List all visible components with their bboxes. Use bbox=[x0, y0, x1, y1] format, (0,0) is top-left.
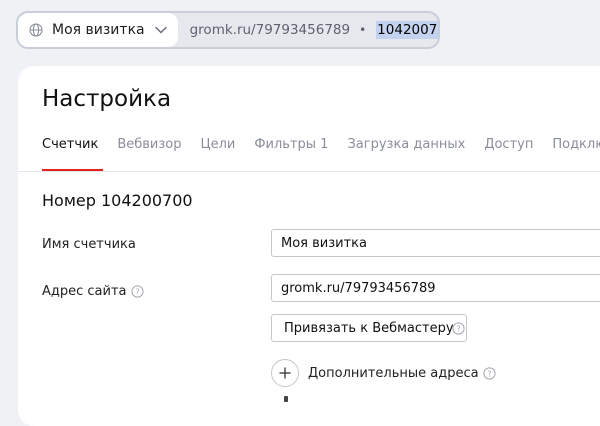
tab-webvisor[interactable]: Вебвизор bbox=[117, 136, 181, 170]
counter-name-label: Имя счетчика bbox=[42, 237, 136, 252]
partial-element bbox=[284, 396, 288, 402]
tabs-divider bbox=[18, 171, 600, 172]
counter-name-input[interactable] bbox=[271, 229, 600, 257]
settings-card: Настройка Счетчик Вебвизор Цели Фильтры … bbox=[18, 66, 600, 426]
tab-filters[interactable]: Фильтры 1 bbox=[254, 136, 328, 170]
page-title: Настройка bbox=[42, 86, 172, 112]
svg-text:?: ? bbox=[135, 287, 139, 296]
tab-connection[interactable]: Подключение bbox=[552, 136, 600, 170]
site-address-label: Адрес сайта ? bbox=[42, 284, 144, 299]
svg-text:?: ? bbox=[456, 324, 460, 333]
counter-separator: • bbox=[359, 23, 367, 37]
tab-data-upload[interactable]: Загрузка данных bbox=[347, 136, 465, 170]
counter-select-dropdown[interactable]: Моя визитка bbox=[18, 13, 178, 47]
tab-access[interactable]: Доступ bbox=[484, 136, 533, 170]
additional-addresses-label[interactable]: Дополнительные адреса ? bbox=[308, 366, 496, 381]
counter-switcher: Моя визитка gromk.ru/79793456789 • 10420… bbox=[16, 11, 440, 49]
additional-addresses-help-icon[interactable]: ? bbox=[482, 367, 496, 380]
svg-text:?: ? bbox=[487, 369, 491, 378]
plus-icon bbox=[279, 367, 291, 379]
add-address-button[interactable] bbox=[271, 359, 299, 387]
tab-goals[interactable]: Цели bbox=[200, 136, 235, 170]
help-icon[interactable]: ? bbox=[130, 285, 144, 298]
bind-webmaster-button[interactable]: Привязать к Вебмастеру bbox=[271, 314, 467, 342]
site-address-label-text: Адрес сайта bbox=[42, 284, 127, 299]
counter-site: gromk.ru/79793456789 bbox=[189, 22, 351, 38]
webmaster-help-icon[interactable]: ? bbox=[452, 322, 465, 335]
site-address-input[interactable] bbox=[271, 274, 600, 302]
counter-name: Моя визитка bbox=[52, 22, 145, 38]
tab-counter[interactable]: Счетчик bbox=[42, 136, 104, 171]
globe-icon bbox=[29, 23, 43, 37]
additional-addresses-text: Дополнительные адреса bbox=[308, 366, 479, 381]
counter-name-label-text: Имя счетчика bbox=[42, 237, 136, 252]
counter-id[interactable]: 104200700 bbox=[376, 21, 438, 39]
settings-tabs: Счетчик Вебвизор Цели Фильтры 1 Загрузка… bbox=[42, 136, 600, 171]
section-title: Номер 104200700 bbox=[42, 191, 193, 210]
chevron-down-icon bbox=[154, 23, 168, 37]
